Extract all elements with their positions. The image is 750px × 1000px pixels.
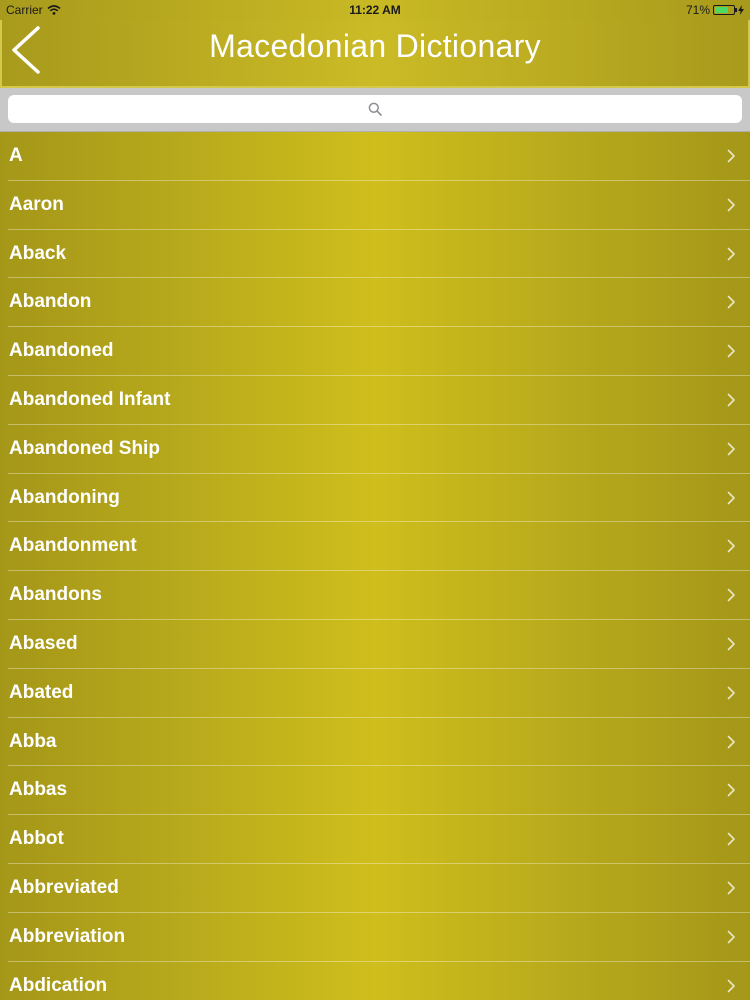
status-right: 71% [686, 3, 744, 17]
list-item[interactable]: Abbreviation [8, 913, 750, 962]
status-bar: Carrier 11:22 AM 71% [0, 0, 750, 20]
chevron-right-icon [727, 198, 735, 212]
list-item-label: Abba [9, 730, 57, 752]
chevron-right-icon [727, 686, 735, 700]
list-item[interactable]: Abandoned [8, 327, 750, 376]
chevron-right-icon [727, 540, 735, 553]
search-bar [0, 88, 750, 132]
chevron-right-icon [727, 979, 735, 992]
list-item-label: Abandoned Ship [9, 437, 160, 459]
list-item[interactable]: Abandonment [8, 522, 750, 572]
list-item-label: Abbas [9, 779, 68, 801]
list-item-label: Abandonment [9, 535, 137, 557]
list-item[interactable]: Abandoned Infant [8, 376, 750, 425]
chevron-right-icon [727, 442, 735, 456]
page-title: Macedonian Dictionary [209, 28, 541, 64]
list-item-label: Abandoned Infant [9, 388, 171, 410]
list-item[interactable]: Aaron [8, 181, 750, 230]
list-item-label: Abandoned [9, 340, 114, 362]
battery-icon [713, 5, 737, 15]
chevron-right-icon [727, 247, 735, 260]
chevron-right-icon [727, 784, 735, 797]
list-item-label: Abbot [9, 828, 64, 850]
chevron-right-icon [727, 930, 735, 944]
list-item-label: Abandon [9, 291, 92, 313]
battery-percent: 71% [685, 3, 710, 17]
search-field [8, 95, 742, 123]
list-item-label: Abdication [9, 974, 108, 996]
list-item-label: Abated [9, 681, 74, 703]
chevron-right-icon [727, 296, 735, 309]
list-item[interactable]: Abated [8, 669, 750, 718]
list-item[interactable]: Abba [8, 718, 750, 767]
list-item[interactable]: Abdication [8, 962, 750, 1000]
list-item-label: Abandons [9, 584, 102, 606]
search-input[interactable] [8, 95, 742, 123]
list-item[interactable]: Abandoned Ship [8, 425, 750, 474]
list-item[interactable]: Abbas [8, 766, 750, 816]
list-item-label: Abbreviation [9, 925, 126, 947]
list-item[interactable]: Abased [8, 620, 750, 669]
list-item-label: Aaron [9, 193, 64, 215]
list-item[interactable]: Abandoning [8, 474, 750, 523]
list-item[interactable]: Abandon [8, 278, 750, 328]
list-item[interactable]: Abbreviated [8, 864, 750, 913]
list-item-label: Aback [9, 242, 67, 264]
battery-cap [735, 8, 737, 12]
chevron-right-icon [727, 149, 735, 163]
list-item-label: Abbreviated [9, 876, 119, 898]
list-item-label: A [9, 145, 23, 166]
chevron-right-icon [727, 491, 735, 504]
chevron-right-icon [727, 881, 735, 895]
list-item[interactable]: Aback [8, 230, 750, 279]
chevron-right-icon [727, 637, 735, 651]
list-item-label: Abandoning [9, 486, 120, 508]
status-time: 11:22 AM [349, 3, 401, 17]
chevron-right-icon [727, 735, 735, 748]
list-item[interactable]: Abandons [8, 571, 750, 620]
chevron-right-icon [727, 393, 735, 407]
list-item-label: Abased [9, 632, 78, 654]
chevron-right-icon [727, 832, 735, 846]
chevron-right-icon [727, 588, 735, 602]
list-item[interactable]: Abbot [8, 815, 750, 864]
word-list: A Aaron Aback Abandon Abandoned Abandone… [0, 132, 750, 1000]
chevron-right-icon [727, 344, 735, 358]
charging-icon [738, 5, 744, 15]
navigation-bar-content: Macedonian Dictionary [2, 22, 748, 86]
battery-level [715, 7, 728, 13]
list-item[interactable]: A [8, 132, 750, 181]
